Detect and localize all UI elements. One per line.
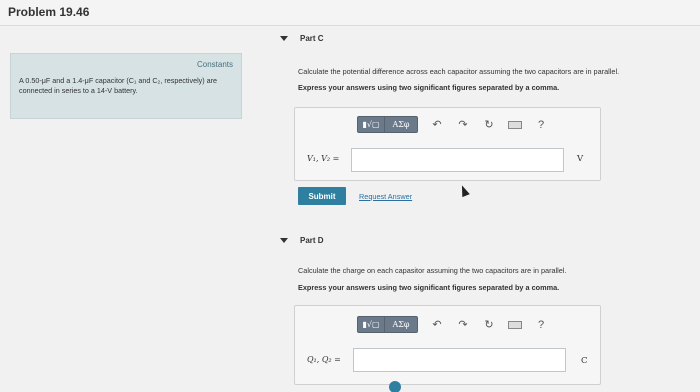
caret-down-icon[interactable] (280, 238, 288, 243)
reset-icon[interactable]: ↻ (482, 318, 496, 331)
part-d-instruction: Express your answers using two significa… (298, 283, 560, 292)
part-c-unit: V (577, 154, 584, 164)
part-c-header[interactable]: Part C (280, 34, 700, 43)
constants-link[interactable]: Constants (197, 60, 233, 69)
part-d-toolbar: ▮√▢ ΑΣφ ↶ ↷ ↻ ? (357, 316, 548, 333)
part-c-input-label: V₁, V₂ = (307, 154, 340, 163)
caret-down-icon[interactable] (280, 36, 288, 41)
submit-button[interactable]: Submit (298, 187, 346, 205)
problem-title: Problem 19.46 (8, 5, 90, 19)
redo-icon[interactable]: ↷ (456, 318, 470, 331)
reset-icon[interactable]: ↻ (482, 118, 496, 131)
part-d-input-label: Q₁, Q₂ = (307, 355, 341, 364)
undo-icon[interactable]: ↶ (430, 118, 444, 131)
redo-icon[interactable]: ↷ (456, 118, 470, 131)
part-c-toolbar: ▮√▢ ΑΣφ ↶ ↷ ↻ ? (357, 116, 548, 133)
part-d-answer-input[interactable] (353, 348, 566, 372)
header-bar: Problem 19.46 (0, 0, 700, 26)
greek-symbols-button[interactable]: ΑΣφ (384, 316, 418, 333)
greek-symbols-button[interactable]: ΑΣφ (384, 116, 418, 133)
help-icon[interactable]: ? (534, 319, 548, 331)
part-d-answer-box: ▮√▢ ΑΣφ ↶ ↷ ↻ ? Q₁, Q₂ = C (294, 305, 601, 385)
part-d-unit: C (581, 356, 588, 366)
mouse-cursor-icon (458, 183, 470, 198)
part-d-header[interactable]: Part D (280, 236, 700, 245)
part-c-answer-input[interactable] (351, 148, 564, 172)
undo-icon[interactable]: ↶ (430, 318, 444, 331)
part-d-question: Calculate the charge on each capasitor a… (298, 266, 567, 275)
keyboard-icon[interactable] (508, 320, 522, 329)
constants-panel: Constants A 0.50-μF and a 1.4-μF capacit… (10, 53, 242, 119)
help-icon[interactable]: ? (534, 119, 548, 131)
template-button[interactable]: ▮√▢ (357, 116, 385, 133)
part-c-label: Part C (300, 34, 324, 43)
history-icon[interactable] (389, 381, 401, 392)
part-c-answer-box: ▮√▢ ΑΣφ ↶ ↷ ↻ ? V₁, V₂ = V (294, 107, 601, 181)
part-d-label: Part D (300, 236, 324, 245)
keyboard-icon[interactable] (508, 120, 522, 129)
request-answer-link[interactable]: Request Answer (359, 192, 412, 201)
problem-statement: A 0.50-μF and a 1.4-μF capacitor (C₁ and… (19, 76, 218, 95)
part-c-instruction: Express your answers using two significa… (298, 83, 560, 92)
template-button[interactable]: ▮√▢ (357, 316, 385, 333)
part-c-question: Calculate the potential difference acros… (298, 67, 620, 76)
